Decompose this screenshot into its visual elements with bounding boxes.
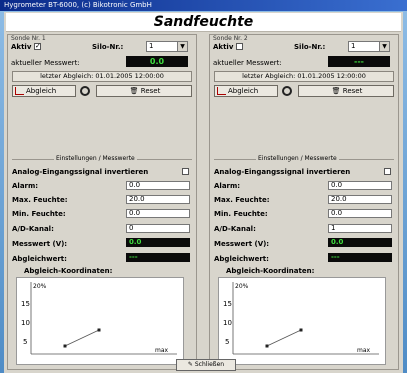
ad-kanal-input[interactable]: 0 [126, 224, 190, 233]
alarm-input[interactable]: 0.0 [328, 181, 392, 190]
max-feuchte-input[interactable]: 20.0 [328, 195, 392, 204]
chart-y-tick: 10 [223, 319, 232, 327]
chart-icon [15, 87, 24, 95]
chart-top-label: 20% [235, 283, 249, 290]
close-button-label: Schließen [194, 361, 225, 368]
aktiv-label: Aktiv [11, 43, 32, 51]
silo-select[interactable]: 1 ▼ [146, 41, 188, 52]
messwert-v-display: 0.0 [328, 238, 392, 247]
messwert-label: aktueller Messwert: [11, 59, 80, 67]
chart-point [63, 344, 67, 348]
ad-kanal-input[interactable]: 1 [328, 224, 392, 233]
window-frame: Hygrometer BT-6000, (c) Bikotronic GmbH … [0, 0, 407, 373]
chart-point [97, 328, 101, 332]
abgleichwert-label: Abgleichwert: [12, 255, 67, 263]
close-button[interactable]: ✎ Schließen [176, 359, 236, 371]
alarm-label: Alarm: [12, 182, 39, 190]
messwert-v-display: 0.0 [126, 238, 190, 247]
chart-y-tick: 15 [223, 300, 232, 308]
chart-point [299, 328, 303, 332]
close-icon: ✎ [187, 361, 195, 368]
chart-y-tick: 5 [225, 338, 229, 346]
sonde-label: Sonde Nr. 1 [11, 35, 46, 42]
client-area: Sandfeuchte Sonde Nr. 1 Aktiv ✓ Silo-Nr.… [4, 12, 403, 373]
invert-label: Analog-Eingangssignal invertieren [214, 168, 351, 176]
letzter-abgleich-bar: letzter Abgleich: 01.01.2005 12:00:00 [12, 71, 192, 82]
abgleich-button[interactable]: Abgleich [214, 85, 278, 97]
chevron-down-icon: ▼ [379, 42, 389, 51]
aktiv-label: Aktiv [213, 43, 234, 51]
abgleich-chart: 20% 15 10 5 max [218, 277, 386, 365]
silo-label: Silo-Nr.: [92, 43, 124, 51]
max-feuchte-label: Max. Feuchte: [214, 196, 270, 204]
letzter-abgleich-bar: letzter Abgleich: 01.01.2005 12:00:00 [214, 71, 394, 82]
chart-x-max: max [155, 347, 169, 354]
alarm-label: Alarm: [214, 182, 241, 190]
chart-line [266, 329, 302, 347]
abgleich-button[interactable]: Abgleich [12, 85, 76, 97]
ad-kanal-label: A/D-Kanal: [12, 225, 54, 233]
status-indicator [80, 86, 90, 96]
reset-button[interactable]: 🗑 Reset [298, 85, 394, 97]
silo-select-value: 1 [149, 42, 154, 50]
abgleichwert-display: --- [126, 253, 190, 262]
chart-point [265, 344, 269, 348]
min-feuchte-label: Min. Feuchte: [214, 210, 268, 218]
chevron-down-icon: ▼ [177, 42, 187, 51]
invert-checkbox[interactable] [384, 168, 391, 175]
reset-button-label: Reset [342, 87, 363, 95]
reset-button-label: Reset [140, 87, 161, 95]
chart-icon [217, 87, 226, 95]
chart-x-max: max [357, 347, 371, 354]
abgleich-button-label: Abgleich [228, 87, 259, 95]
min-feuchte-label: Min. Feuchte: [12, 210, 66, 218]
section-title: Einstellungen / Messwerte [54, 155, 137, 162]
chart-top-label: 20% [33, 283, 47, 290]
min-feuchte-input[interactable]: 0.0 [126, 209, 190, 218]
chart-y-tick: 5 [23, 338, 27, 346]
koordinaten-label: Abgleich-Koordinaten: [24, 267, 113, 275]
aktiv-checkbox[interactable] [236, 43, 243, 50]
silo-select-value: 1 [351, 42, 356, 50]
abgleich-button-label: Abgleich [26, 87, 57, 95]
trash-icon: 🗑 [331, 87, 343, 95]
page-title: Sandfeuchte [6, 13, 401, 32]
abgleichwert-label: Abgleichwert: [214, 255, 269, 263]
ad-kanal-label: A/D-Kanal: [214, 225, 256, 233]
chart-line [64, 329, 100, 347]
sonde-panel-2: Sonde Nr. 2 Aktiv Silo-Nr.: 1 ▼ aktuelle… [209, 34, 399, 370]
window-titlebar: Hygrometer BT-6000, (c) Bikotronic GmbH [0, 0, 407, 11]
trash-icon: 🗑 [129, 87, 141, 95]
messwert-display: --- [328, 56, 390, 67]
invert-checkbox[interactable] [182, 168, 189, 175]
silo-select[interactable]: 1 ▼ [348, 41, 390, 52]
status-indicator [282, 86, 292, 96]
messwert-label: aktueller Messwert: [213, 59, 282, 67]
abgleich-chart-svg: 20% 15 10 5 max [223, 282, 379, 355]
messwert-display: 0.0 [126, 56, 188, 67]
chart-y-tick: 15 [21, 300, 30, 308]
max-feuchte-label: Max. Feuchte: [12, 196, 68, 204]
invert-label: Analog-Eingangssignal invertieren [12, 168, 149, 176]
silo-label: Silo-Nr.: [294, 43, 326, 51]
alarm-input[interactable]: 0.0 [126, 181, 190, 190]
koordinaten-label: Abgleich-Koordinaten: [226, 267, 315, 275]
abgleichwert-display: --- [328, 253, 392, 262]
sonde-panel-1: Sonde Nr. 1 Aktiv ✓ Silo-Nr.: 1 ▼ aktuel… [7, 34, 197, 370]
sonde-label: Sonde Nr. 2 [213, 35, 248, 42]
section-title: Einstellungen / Messwerte [256, 155, 339, 162]
chart-y-tick: 10 [21, 319, 30, 327]
messwert-v-label: Messwert (V): [12, 240, 68, 248]
reset-button[interactable]: 🗑 Reset [96, 85, 192, 97]
aktiv-checkbox[interactable]: ✓ [34, 43, 41, 50]
min-feuchte-input[interactable]: 0.0 [328, 209, 392, 218]
messwert-v-label: Messwert (V): [214, 240, 270, 248]
abgleich-chart-svg: 20% 15 10 5 max [21, 282, 177, 355]
max-feuchte-input[interactable]: 20.0 [126, 195, 190, 204]
abgleich-chart: 20% 15 10 5 max [16, 277, 184, 365]
